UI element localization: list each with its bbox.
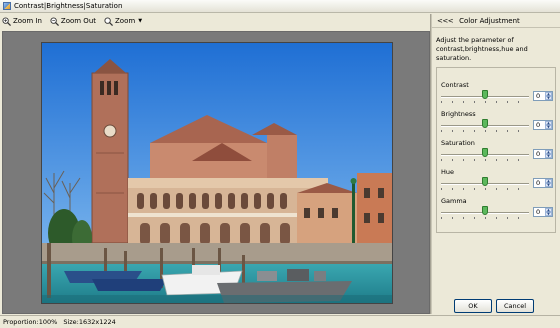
image-canvas[interactable]	[2, 31, 430, 314]
gamma-ticks	[441, 217, 529, 219]
slider-row-gamma: Gamma 0 ▲ ▼	[441, 197, 553, 223]
saturation-label: Saturation	[441, 139, 475, 147]
chevron-down-icon: ▼	[138, 18, 143, 24]
panel-title: Color Adjustment	[459, 16, 520, 25]
panel-header: <<< Color Adjustment	[432, 14, 560, 28]
zoom-dropdown-button[interactable]: Zoom ▼	[104, 15, 142, 27]
zoom-icon	[104, 16, 114, 26]
slider-row-saturation: Saturation 0 ▲ ▼	[441, 139, 553, 165]
hue-spin-arrows[interactable]: ▲ ▼	[545, 179, 552, 187]
contrast-spinbox[interactable]: 0 ▲ ▼	[533, 91, 553, 101]
gamma-label: Gamma	[441, 197, 467, 205]
brightness-spin-arrows[interactable]: ▲ ▼	[545, 121, 552, 129]
panel-description: Adjust the parameter of contrast,brightn…	[436, 36, 528, 62]
gamma-spinbox[interactable]: 0 ▲ ▼	[533, 207, 553, 217]
saturation-slider-thumb[interactable]	[482, 148, 488, 157]
zoom-label: Zoom	[115, 17, 136, 25]
slider-group-box: Contrast 0 ▲ ▼ Brightness 0 ▲ ▼ Saturation	[436, 67, 556, 233]
saturation-spin-arrows[interactable]: ▲ ▼	[545, 150, 552, 158]
window-title: Contrast|Brightness|Saturation	[14, 2, 123, 10]
spin-down-icon[interactable]: ▼	[545, 125, 552, 129]
brightness-spinbox[interactable]: 0 ▲ ▼	[533, 120, 553, 130]
brightness-slider-thumb[interactable]	[482, 119, 488, 128]
hue-ticks	[441, 188, 529, 190]
zoom-out-icon	[50, 16, 59, 26]
zoom-in-icon	[2, 16, 11, 26]
status-size: Size:1632x1224	[63, 318, 116, 326]
spin-down-icon[interactable]: ▼	[545, 96, 552, 100]
contrast-spin-arrows[interactable]: ▲ ▼	[545, 92, 552, 100]
saturation-spinbox[interactable]: 0 ▲ ▼	[533, 149, 553, 159]
gamma-spin-arrows[interactable]: ▲ ▼	[545, 208, 552, 216]
hue-spinbox[interactable]: 0 ▲ ▼	[533, 178, 553, 188]
zoom-out-label: Zoom Out	[60, 17, 97, 25]
slider-row-brightness: Brightness 0 ▲ ▼	[441, 110, 553, 136]
cancel-button[interactable]: Cancel	[496, 299, 534, 313]
contrast-label: Contrast	[441, 81, 469, 89]
saturation-ticks	[441, 159, 529, 161]
hue-value[interactable]: 0	[534, 179, 545, 187]
contrast-slider-thumb[interactable]	[482, 90, 488, 99]
zoom-in-button[interactable]: Zoom In	[2, 15, 42, 27]
color-adjustment-panel: <<< Color Adjustment Adjust the paramete…	[432, 14, 560, 314]
toolbar: Zoom In Zoom Out Zoom ▼	[0, 14, 430, 28]
brightness-value[interactable]: 0	[534, 121, 545, 129]
hue-label: Hue	[441, 168, 455, 176]
status-proportion: Proportion:100%	[3, 318, 58, 326]
saturation-value[interactable]: 0	[534, 150, 545, 158]
zoom-out-button[interactable]: Zoom Out	[50, 15, 96, 27]
title-bar: Contrast|Brightness|Saturation	[0, 0, 560, 13]
photo-church	[41, 42, 393, 304]
ok-button[interactable]: OK	[454, 299, 492, 313]
brightness-ticks	[441, 130, 529, 132]
slider-row-hue: Hue 0 ▲ ▼	[441, 168, 553, 194]
spin-down-icon[interactable]: ▼	[545, 183, 552, 187]
spin-down-icon[interactable]: ▼	[545, 154, 552, 158]
slider-row-contrast: Contrast 0 ▲ ▼	[441, 81, 553, 107]
photo-scene	[42, 43, 392, 303]
gamma-slider-thumb[interactable]	[482, 206, 488, 215]
contrast-ticks	[441, 101, 529, 103]
spin-down-icon[interactable]: ▼	[545, 212, 552, 216]
hue-slider-thumb[interactable]	[482, 177, 488, 186]
app-icon	[3, 2, 11, 10]
collapse-panel-button[interactable]: <<<	[437, 17, 454, 25]
contrast-value[interactable]: 0	[534, 92, 545, 100]
brightness-label: Brightness	[441, 110, 476, 118]
zoom-in-label: Zoom In	[13, 17, 42, 25]
gamma-value[interactable]: 0	[534, 208, 545, 216]
status-bar: Proportion:100% Size:1632x1224	[0, 315, 560, 328]
